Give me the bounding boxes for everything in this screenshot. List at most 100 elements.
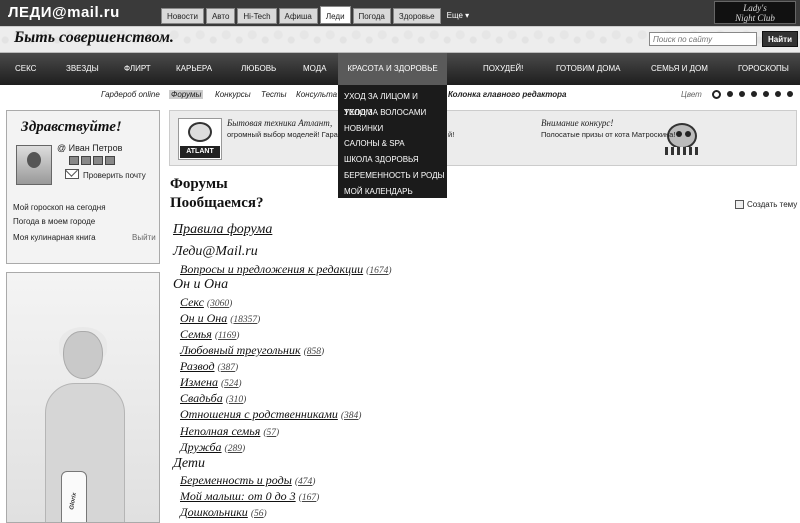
envelope-icon[interactable] bbox=[65, 169, 79, 179]
menu-item-sex[interactable]: СЕКС bbox=[15, 53, 36, 85]
atlant-logo[interactable]: ATLANT bbox=[178, 118, 222, 160]
logout-link[interactable]: Выйти bbox=[132, 233, 156, 242]
color-dot[interactable] bbox=[751, 91, 757, 97]
subnav-wardrobe[interactable]: Гардероб online bbox=[101, 90, 160, 99]
subnav-contests[interactable]: Конкурсы bbox=[215, 90, 251, 99]
video-icon[interactable] bbox=[81, 156, 91, 165]
more-tabs-button[interactable]: Еще ▾ bbox=[443, 8, 474, 24]
forum-item[interactable]: Любовный треугольник (858) bbox=[180, 343, 324, 358]
color-dot[interactable] bbox=[763, 91, 769, 97]
forums-heading: Форумы Пообщаемся? bbox=[170, 175, 263, 213]
top-bar: ЛЕДИ@mail.ru Новости Авто Hi-Tech Афиша … bbox=[0, 0, 800, 26]
forum-group-title[interactable]: Дети bbox=[173, 456, 205, 472]
forum-item[interactable]: Дошкольники (56) bbox=[180, 505, 267, 520]
menu-item-fashion[interactable]: МОДА bbox=[303, 53, 326, 85]
forum-group-title[interactable]: Леди@Mail.ru bbox=[173, 244, 258, 260]
blog-icon[interactable] bbox=[93, 156, 103, 165]
color-dot[interactable] bbox=[775, 91, 781, 97]
forum-item[interactable]: Беременность и роды (474) bbox=[180, 473, 315, 488]
menu-item-lose-weight[interactable]: ПОХУДЕЙ! bbox=[483, 53, 523, 85]
atlant-logo-text: ATLANT bbox=[180, 146, 220, 158]
tab-auto[interactable]: Авто bbox=[205, 8, 236, 24]
search-button[interactable]: Найти bbox=[762, 31, 798, 47]
forum-item[interactable]: Измена (524) bbox=[180, 375, 242, 390]
menu-item-family[interactable]: СЕМЬЯ И ДОМ bbox=[651, 53, 708, 85]
dropdown-item-new[interactable]: НОВИНКИ bbox=[338, 121, 447, 137]
beauty-dropdown-menu: УХОД ЗА ЛИЦОМ И ТЕЛОМ УХОД ЗА ВОЛОСАМИ Н… bbox=[338, 85, 447, 198]
forum-item[interactable]: Вопросы и предложения к редакции (1674) bbox=[180, 262, 392, 277]
color-dot[interactable] bbox=[739, 91, 745, 97]
sidebar-advertisement[interactable]: Glorix bbox=[6, 272, 160, 523]
product-bottle: Glorix bbox=[61, 471, 87, 522]
weather-link[interactable]: Погода в моем городе bbox=[13, 217, 95, 226]
portal-tabs: Новости Авто Hi-Tech Афиша Леди Погода З… bbox=[161, 6, 474, 24]
subnav-forums[interactable]: Форумы bbox=[169, 90, 204, 99]
forums-subtitle: Пообщаемся? bbox=[170, 195, 264, 211]
ad-photo: Glorix bbox=[41, 327, 127, 522]
night-club-badge[interactable]: Lady's Night Club bbox=[714, 1, 796, 24]
site-logo[interactable]: ЛЕДИ@mail.ru bbox=[8, 4, 120, 21]
forum-item[interactable]: Мой малыш: от 0 до 3 (167) bbox=[180, 489, 319, 504]
menu-item-flirt[interactable]: ФЛИРТ bbox=[124, 53, 151, 85]
forum-group-title[interactable]: Он и Она bbox=[173, 277, 228, 293]
subnav-consult[interactable]: Консульта bbox=[296, 90, 337, 99]
new-topic-icon bbox=[735, 200, 744, 209]
user-service-icons bbox=[69, 156, 115, 165]
subnav-tests[interactable]: Тесты bbox=[261, 90, 287, 99]
product-label: Glorix bbox=[69, 492, 79, 511]
forum-item[interactable]: Развод (387) bbox=[180, 359, 238, 374]
forums-title: Форумы bbox=[170, 176, 228, 192]
user-name[interactable]: @ Иван Петров bbox=[57, 143, 122, 153]
create-topic-button[interactable]: Создать тему bbox=[735, 200, 797, 209]
forum-item[interactable]: Секс (3060) bbox=[180, 295, 232, 310]
forum-rules-link[interactable]: Правила форума bbox=[173, 222, 272, 238]
forum-item[interactable]: Он и Она (18357) bbox=[180, 311, 260, 326]
badge-line1: Lady's bbox=[743, 3, 767, 13]
avatar[interactable] bbox=[16, 145, 52, 185]
dropdown-item-health-school[interactable]: ШКОЛА ЗДОРОВЬЯ bbox=[338, 152, 447, 168]
dropdown-item-salons[interactable]: САЛОНЫ & SPA bbox=[338, 136, 447, 152]
search-input[interactable] bbox=[649, 32, 757, 46]
dropdown-item-pregnancy[interactable]: БЕРЕМЕННОСТЬ И РОДЫ bbox=[338, 168, 447, 184]
contest-promo-title[interactable]: Внимание конкурс! bbox=[541, 118, 613, 128]
menu-item-beauty[interactable]: КРАСОТА И ЗДОРОВЬЕ bbox=[338, 53, 447, 85]
tab-weather[interactable]: Погода bbox=[352, 8, 391, 24]
dropdown-item-calendar[interactable]: МОЙ КАЛЕНДАРЬ bbox=[338, 184, 447, 200]
menu-item-career[interactable]: КАРЬЕРА bbox=[176, 53, 212, 85]
color-switcher bbox=[712, 89, 793, 99]
color-dot[interactable] bbox=[727, 91, 733, 97]
answers-icon[interactable] bbox=[105, 156, 115, 165]
atlant-promo-text-tail: й! bbox=[448, 130, 455, 139]
create-topic-label: Создать тему bbox=[747, 200, 798, 209]
check-mail-link[interactable]: Проверить почту bbox=[83, 171, 146, 180]
forum-item[interactable]: Семья (1169) bbox=[180, 327, 239, 342]
tab-afisha[interactable]: Афиша bbox=[278, 8, 318, 24]
tab-health[interactable]: Здоровье bbox=[392, 8, 441, 24]
tab-lady[interactable]: Леди bbox=[319, 6, 351, 24]
dropdown-item-face-body[interactable]: УХОД ЗА ЛИЦОМ И ТЕЛОМ bbox=[338, 89, 447, 117]
badge-line2: Night Club bbox=[735, 13, 775, 23]
tab-hitech[interactable]: Hi-Tech bbox=[237, 8, 277, 24]
menu-item-love[interactable]: ЛЮБОВЬ bbox=[241, 53, 276, 85]
contest-promo-text: Полосатые призы от кота Матроскина! bbox=[541, 130, 676, 139]
dropdown-item-hair[interactable]: УХОД ЗА ВОЛОСАМИ bbox=[338, 105, 447, 121]
menu-item-stars[interactable]: ЗВЕЗДЫ bbox=[66, 53, 99, 85]
user-panel: Здравствуйте! @ Иван Петров Проверить по… bbox=[6, 110, 160, 264]
color-dot[interactable] bbox=[787, 91, 793, 97]
subnav-editor-column[interactable]: Колонка главного редактора bbox=[448, 90, 566, 99]
atlant-promo-title[interactable]: Бытовая техника Атлант, bbox=[227, 118, 332, 128]
forum-item[interactable]: Свадьба (310) bbox=[180, 391, 246, 406]
slogan: Быть совершенством. bbox=[14, 29, 174, 46]
color-label: Цвет bbox=[681, 90, 702, 99]
menu-item-horoscopes[interactable]: ГОРОСКОПЫ bbox=[738, 53, 789, 85]
forum-item[interactable]: Дружба (289) bbox=[180, 440, 245, 455]
greeting: Здравствуйте! bbox=[21, 119, 122, 135]
tab-news[interactable]: Новости bbox=[161, 8, 204, 24]
color-dot[interactable] bbox=[712, 89, 721, 99]
forum-item[interactable]: Отношения с родственниками (384) bbox=[180, 407, 361, 422]
cookbook-link[interactable]: Моя кулинарная книга bbox=[13, 233, 96, 242]
menu-item-cooking[interactable]: ГОТОВИМ ДОМА bbox=[556, 53, 620, 85]
slogan-banner: Быть совершенством. Найти bbox=[0, 26, 800, 53]
horoscope-link[interactable]: Мой гороскоп на сегодня bbox=[13, 203, 106, 212]
forum-item[interactable]: Неполная семья (57) bbox=[180, 424, 279, 439]
